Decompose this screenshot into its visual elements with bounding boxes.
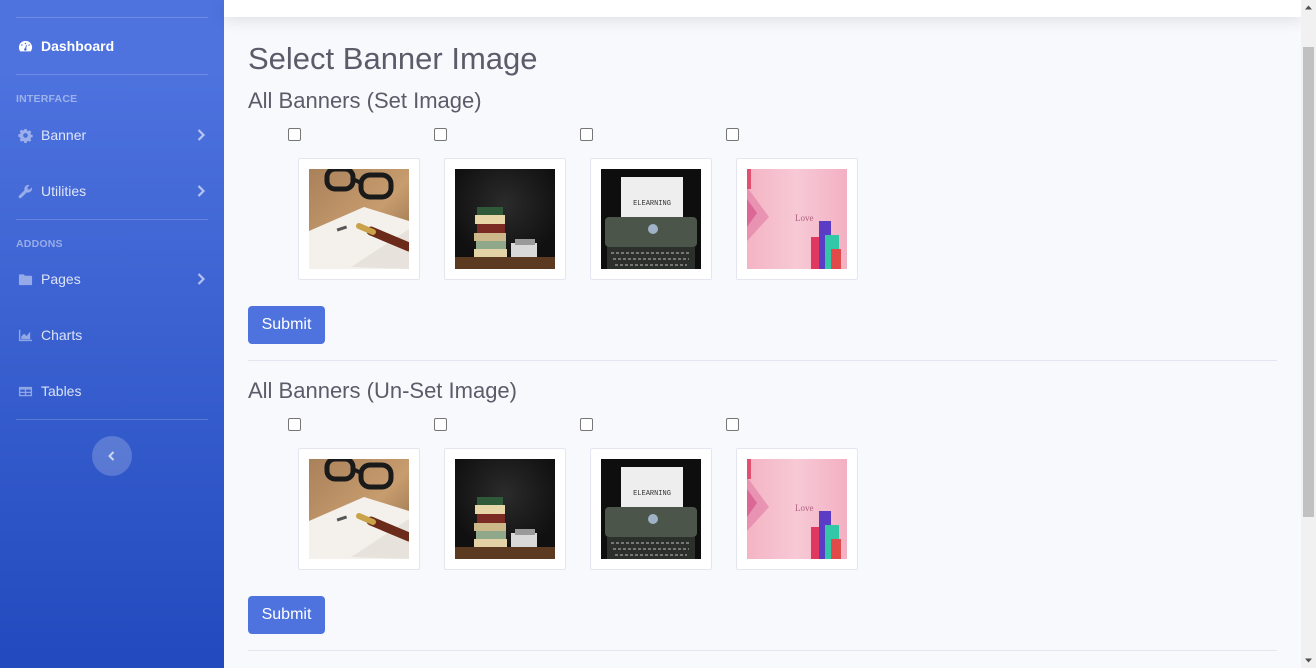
- banner-checkbox[interactable]: [434, 128, 447, 141]
- banner-checkbox[interactable]: [726, 418, 739, 431]
- sidebar-item-tables[interactable]: Tables: [0, 363, 224, 419]
- sidebar-item-label: Banner: [41, 127, 87, 143]
- topbar: [224, 0, 1301, 17]
- gear-icon: [17, 127, 33, 143]
- banner-thumbnail[interactable]: ELEARNING: [590, 158, 712, 280]
- book-stack-image: [455, 169, 555, 269]
- set-section-title: All Banners (Set Image): [248, 88, 482, 113]
- sidebar-divider: [16, 419, 208, 420]
- vertical-scrollbar[interactable]: [1301, 0, 1316, 668]
- banner-thumbnail[interactable]: [444, 448, 566, 570]
- svg-text:Love: Love: [795, 213, 814, 223]
- banner-thumbnail[interactable]: Love: [736, 448, 858, 570]
- banner-checkbox[interactable]: [580, 418, 593, 431]
- svg-text:ELEARNING: ELEARNING: [633, 490, 671, 498]
- banner-thumbnail[interactable]: [298, 158, 420, 280]
- banner-checkbox[interactable]: [434, 418, 447, 431]
- typewriter-elearning-image: ELEARNING: [601, 459, 701, 559]
- wrench-icon: [17, 183, 33, 199]
- sidebar-item-pages[interactable]: Pages: [0, 251, 224, 307]
- typewriter-elearning-image: ELEARNING: [601, 169, 701, 269]
- banner-checkbox[interactable]: [580, 128, 593, 141]
- table-icon: [17, 383, 33, 399]
- section-divider: [248, 650, 1277, 651]
- sidebar-item-label: Dashboard: [41, 38, 115, 54]
- sidebar: Dashboard INTERFACE Banner Utilities ADD…: [0, 0, 224, 668]
- sidebar-toggle-button[interactable]: [92, 436, 132, 476]
- sidebar-divider: [16, 219, 208, 220]
- page-title: Select Banner Image: [248, 41, 538, 76]
- sidebar-item-label: Pages: [41, 271, 81, 287]
- sidebar-heading-interface: INTERFACE: [16, 93, 78, 105]
- sidebar-item-label: Charts: [41, 327, 83, 343]
- dashboard-icon: [17, 38, 33, 54]
- sidebar-heading-addons: ADDONS: [16, 238, 63, 250]
- chevron-right-icon: [197, 185, 206, 197]
- sidebar-item-banner[interactable]: Banner: [0, 107, 224, 163]
- glasses-notebook-image: [309, 459, 409, 559]
- scroll-down-arrow-icon[interactable]: [1301, 653, 1316, 668]
- svg-text:Love: Love: [795, 503, 814, 513]
- pink-shopping-banner-image: Love: [747, 169, 847, 269]
- unset-submit-button[interactable]: Submit: [248, 596, 325, 634]
- banner-checkbox[interactable]: [288, 418, 301, 431]
- banner-checkbox[interactable]: [726, 128, 739, 141]
- scrollbar-thumb[interactable]: [1303, 47, 1314, 517]
- sidebar-item-utilities[interactable]: Utilities: [0, 163, 224, 219]
- banner-thumbnail[interactable]: [444, 158, 566, 280]
- banner-thumbnail[interactable]: Love: [736, 158, 858, 280]
- chevron-right-icon: [197, 273, 206, 285]
- glasses-notebook-image: [309, 169, 409, 269]
- banner-thumbnail[interactable]: ELEARNING: [590, 448, 712, 570]
- chevron-left-icon: [108, 451, 115, 461]
- sidebar-item-charts[interactable]: Charts: [0, 307, 224, 363]
- scroll-up-arrow-icon[interactable]: [1301, 0, 1316, 15]
- banner-thumbnail[interactable]: [298, 448, 420, 570]
- banner-checkbox[interactable]: [288, 128, 301, 141]
- chevron-right-icon: [197, 129, 206, 141]
- area-chart-icon: [17, 327, 33, 343]
- svg-text:ELEARNING: ELEARNING: [633, 200, 671, 208]
- folder-icon: [17, 271, 33, 287]
- sidebar-item-dashboard[interactable]: Dashboard: [0, 18, 224, 74]
- section-divider: [248, 360, 1277, 361]
- sidebar-item-label: Tables: [41, 383, 82, 399]
- set-submit-button[interactable]: Submit: [248, 306, 325, 344]
- pink-shopping-banner-image: Love: [747, 459, 847, 559]
- sidebar-item-label: Utilities: [41, 183, 87, 199]
- unset-section-title: All Banners (Un-Set Image): [248, 378, 517, 403]
- book-stack-image: [455, 459, 555, 559]
- sidebar-divider: [16, 74, 208, 75]
